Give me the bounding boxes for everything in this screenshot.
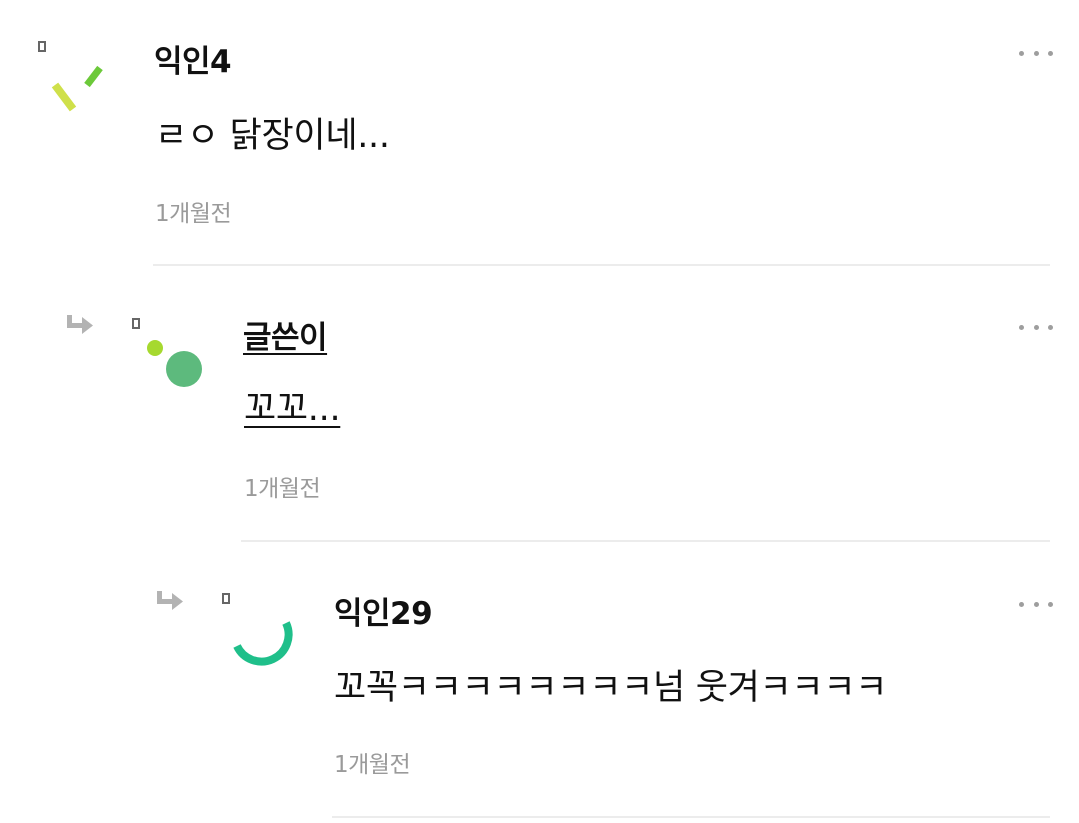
- anonymous-marker-icon: [132, 318, 140, 329]
- comment-author[interactable]: 익인4: [154, 36, 232, 81]
- more-dots-icon[interactable]: [1019, 320, 1053, 334]
- more-dots-icon[interactable]: [1019, 46, 1053, 60]
- avatar: [147, 340, 202, 387]
- comment-timestamp: 1개월전: [155, 201, 232, 227]
- comment-body: 꼬꼭ㅋㅋㅋㅋㅋㅋㅋㅋ넘 웃겨ㅋㅋㅋㅋ: [334, 668, 888, 708]
- comment-item: 익인4 ㄹㅇ 닭장이네... 1개월전: [0, 0, 1079, 270]
- comment-author[interactable]: 익인29: [334, 588, 433, 633]
- divider: [241, 540, 1050, 542]
- divider: [153, 264, 1050, 266]
- anonymous-marker-icon: [38, 41, 46, 52]
- reply-arrow-icon: [157, 591, 183, 610]
- comment-timestamp: 1개월전: [244, 476, 321, 502]
- comment-body: 꼬꼬...: [244, 389, 341, 429]
- divider: [332, 816, 1050, 818]
- avatar: [233, 621, 293, 666]
- comment-author-writer[interactable]: 글쓴이: [243, 312, 328, 357]
- reply-arrow-icon: [67, 315, 93, 334]
- comment-timestamp: 1개월전: [334, 752, 411, 778]
- avatar: [51, 65, 103, 112]
- reply-comment-item: 익인29 꼬꼭ㅋㅋㅋㅋㅋㅋㅋㅋ넘 웃겨ㅋㅋㅋㅋ 1개월전: [0, 546, 1079, 823]
- reply-comment-item: 글쓴이 꼬꼬... 1개월전: [0, 270, 1079, 546]
- comment-body: ㄹㅇ 닭장이네...: [155, 116, 390, 156]
- more-dots-icon[interactable]: [1019, 597, 1053, 611]
- anonymous-marker-icon: [222, 593, 230, 604]
